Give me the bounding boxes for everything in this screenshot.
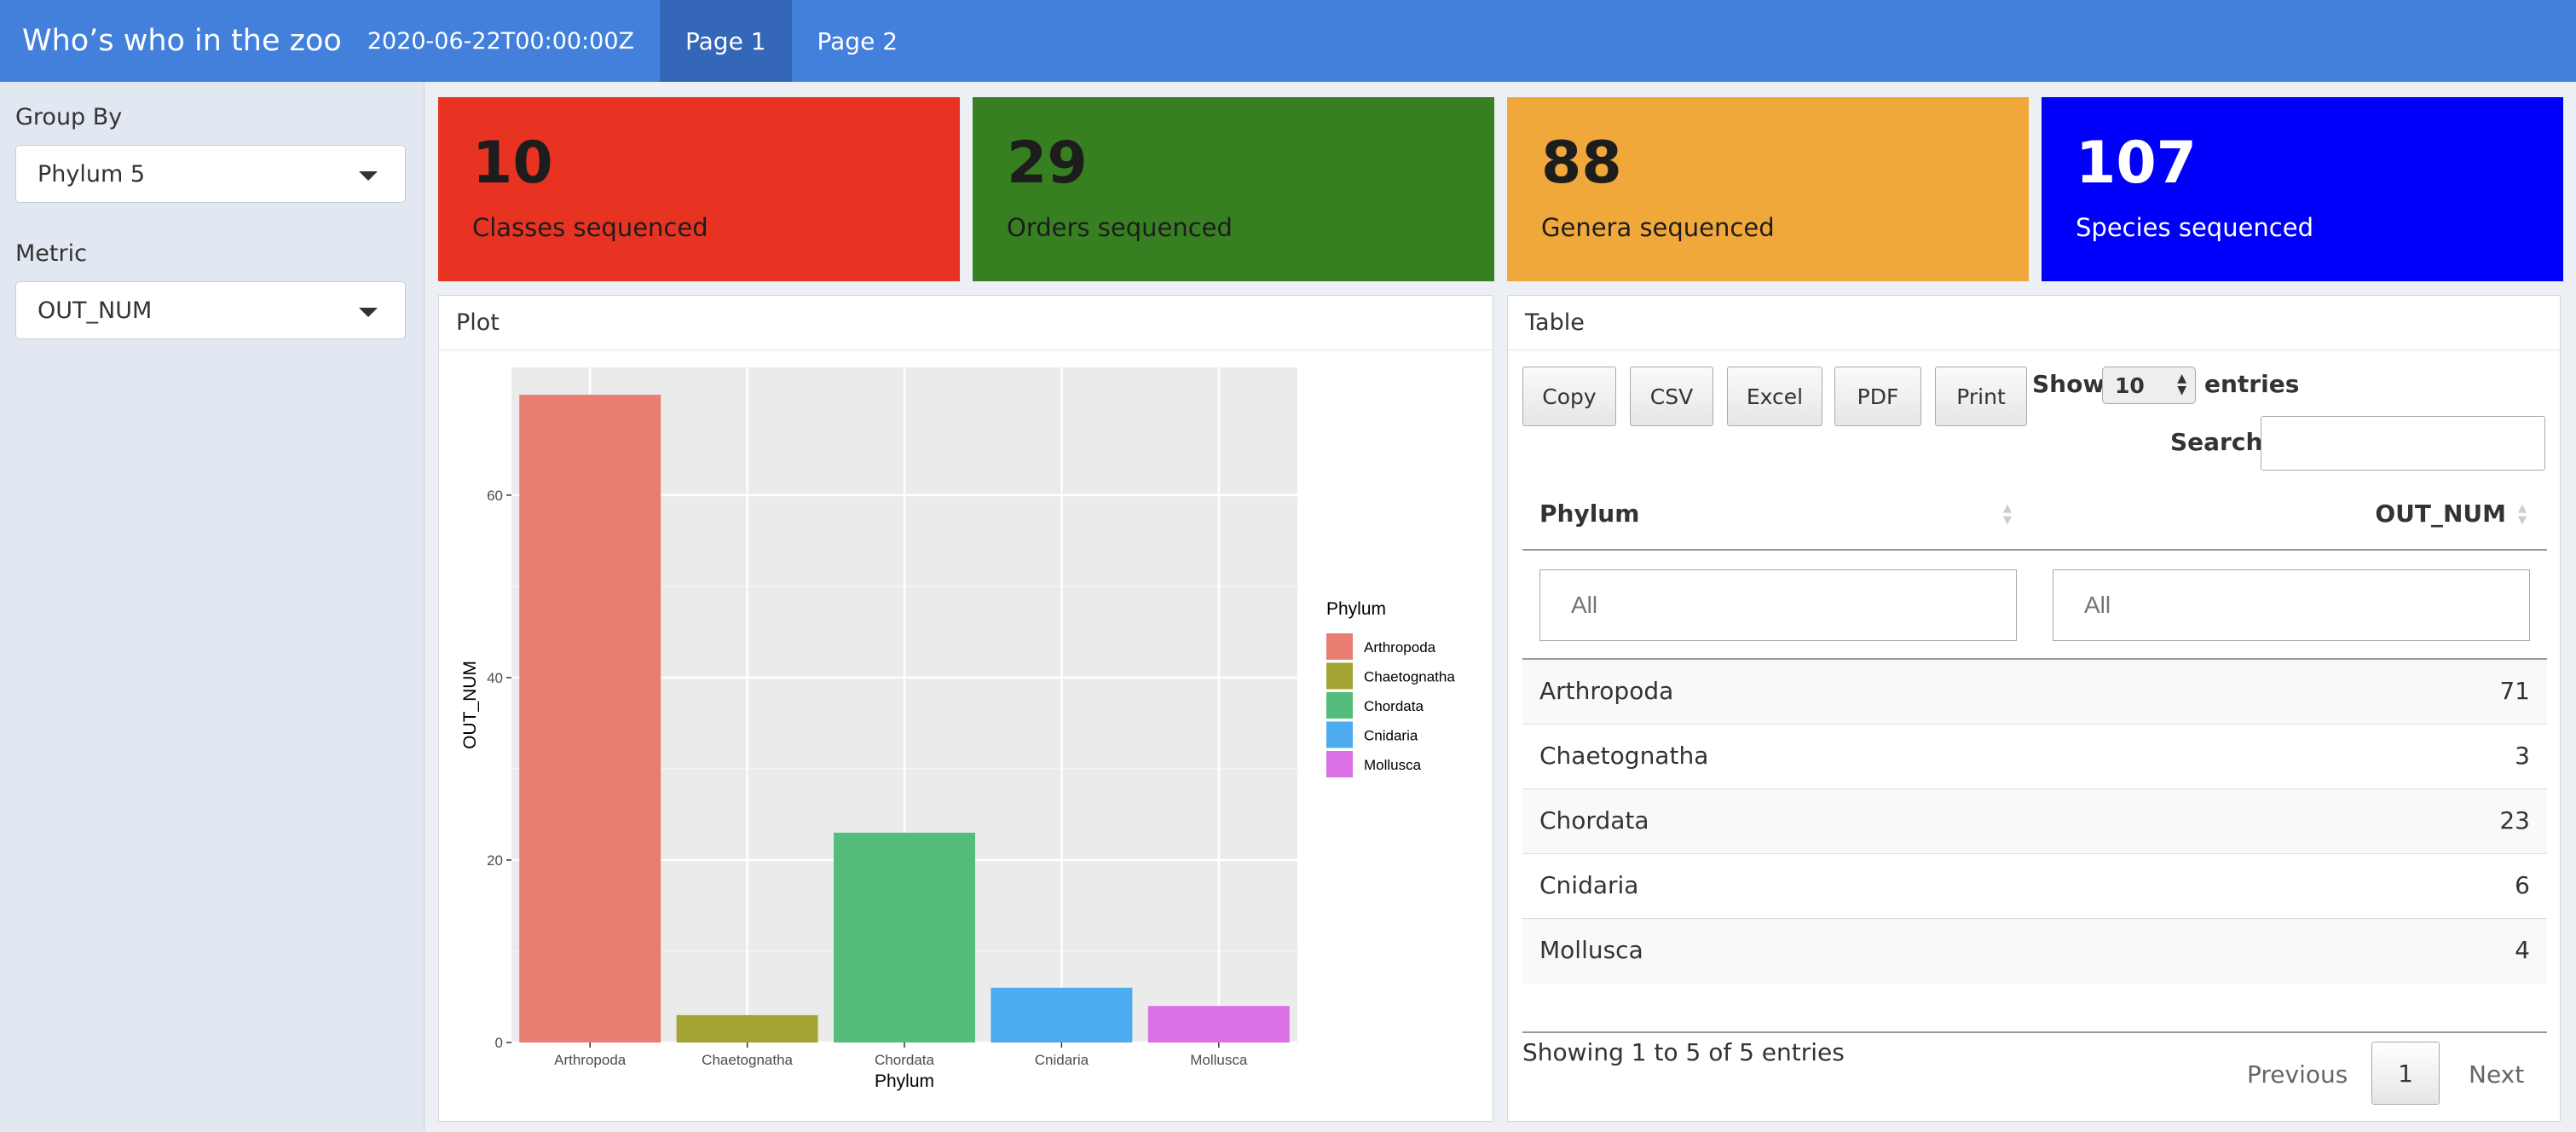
cell-phylum: Chaetognatha [1539,742,1709,770]
table-info: Showing 1 to 5 of 5 entries [1522,1038,1845,1066]
excel-button[interactable]: Excel [1727,367,1822,426]
spinner-arrows-icon: ▲ ▼ [2177,372,2186,397]
value-box-caption: Species sequenced [2076,213,2313,242]
sidebar: Group By Phylum 5 Metric OUT_NUM [0,82,425,1132]
table-row[interactable]: Chordata 23 [1522,789,2547,854]
table-row[interactable]: Chaetognatha 3 [1522,725,2547,789]
page-1-button[interactable]: 1 [2371,1042,2440,1105]
metric-label: Metric [15,240,87,267]
pdf-button[interactable]: PDF [1834,367,1921,426]
group-by-label: Group By [15,104,123,130]
value-box-species: 107 Species sequenced [2042,97,2563,281]
value-box-classes: 10 Classes sequenced [438,97,960,281]
bar-chart: 0 20 40 60 Arthropoda Chaetognatha Chordata Cni… [460,367,1455,1091]
bar-chordata [834,832,975,1042]
bar-arthropoda [519,395,661,1042]
cell-out-num: 4 [2515,936,2530,964]
legend-key [1326,692,1353,719]
bar-mollusca [1147,1006,1290,1042]
cell-phylum: Chordata [1539,806,1649,835]
y-tick-label: 20 [487,852,503,869]
table-row[interactable]: Cnidaria 6 [1522,854,2547,919]
value-box-caption: Genera sequenced [1541,213,1775,242]
table-panel-title: Table [1508,296,2560,350]
print-button[interactable]: Print [1935,367,2027,426]
metric-select[interactable]: OUT_NUM [15,281,406,339]
bar-cnidaria [991,987,1133,1042]
legend-label: Arthropoda [1364,639,1436,656]
copy-button[interactable]: Copy [1522,367,1616,426]
legend-key [1326,751,1353,777]
x-tick-label: Cnidaria [1035,1052,1089,1068]
cell-phylum: Cnidaria [1539,871,1639,899]
app-title: Who’s who in the zoo [22,24,342,58]
value-box-orders: 29 Orders sequenced [973,97,1494,281]
group-by-select[interactable]: Phylum 5 [15,145,406,203]
chevron-down-icon [359,308,378,317]
x-axis-title: Phylum [875,1071,934,1091]
x-tick-label: Arthropoda [554,1052,627,1068]
tab-page-2[interactable]: Page 2 [792,0,924,82]
chevron-down-icon [359,171,378,181]
entries-label: entries [2204,370,2300,398]
previous-page-button[interactable]: Previous [2247,1060,2348,1089]
value-box-number: 88 [1541,130,1622,197]
cell-phylum: Arthropoda [1539,677,1674,705]
filter-input-out-num[interactable] [2053,569,2530,641]
filter-input-phylum[interactable] [1539,569,2017,641]
value-box-caption: Orders sequenced [1007,213,1233,242]
x-tick-label: Chordata [875,1052,934,1068]
value-box-number: 107 [2076,130,2197,197]
legend-key [1326,662,1353,690]
header-divider [1522,549,2547,551]
x-tick-label: Mollusca [1190,1052,1248,1068]
group-by-value: Phylum 5 [38,160,146,188]
next-page-button[interactable]: Next [2469,1060,2524,1089]
sort-icon[interactable]: ▲ ▼ [2518,503,2527,527]
cell-out-num: 71 [2499,677,2530,705]
search-input[interactable] [2261,416,2545,471]
cell-phylum: Mollusca [1539,936,1643,964]
top-navbar: Who’s who in the zoo 2020-06-22T00:00:00… [0,0,2576,82]
column-header-out-num[interactable]: OUT_NUM [2375,500,2506,528]
y-tick-label: 0 [495,1035,503,1051]
legend-key [1326,721,1353,748]
value-box-genera: 88 Genera sequenced [1507,97,2029,281]
column-header-phylum[interactable]: Phylum [1539,500,1639,528]
legend-label: Chordata [1364,698,1424,714]
cell-out-num: 3 [2515,742,2530,770]
plot-panel-title: Plot [439,296,1493,350]
cell-out-num: 6 [2515,871,2530,899]
show-label: Show [2032,370,2105,398]
value-box-number: 29 [1007,130,1088,197]
table-row[interactable]: Arthropoda 71 [1522,660,2547,725]
plot-panel: Plot 0 20 40 60 Arthropoda Chaetognatha Chorda… [438,295,1493,1122]
tab-page-1[interactable]: Page 1 [660,0,792,82]
legend-title: Phylum [1326,599,1386,619]
value-box-caption: Classes sequenced [472,213,708,242]
search-label: Search: [2170,428,2273,456]
entries-select[interactable]: 10 ▲ ▼ [2102,367,2196,404]
entries-value: 10 [2115,373,2145,398]
y-tick-label: 60 [487,488,503,504]
legend-key [1326,633,1353,660]
cell-out-num: 23 [2499,806,2530,835]
csv-button[interactable]: CSV [1630,367,1713,426]
y-tick-label: 40 [487,670,503,686]
metric-value: OUT_NUM [38,297,153,324]
legend-label: Mollusca [1364,757,1422,773]
y-axis-title: OUT_NUM [460,661,480,749]
table-row[interactable]: Mollusca 4 [1522,919,2547,984]
bar-chaetognatha [676,1014,818,1042]
sort-icon[interactable]: ▲ ▼ [2003,503,2012,527]
x-tick-label: Chaetognatha [702,1052,793,1068]
legend-label: Cnidaria [1364,728,1418,744]
value-box-number: 10 [472,130,553,197]
legend-label: Chaetognatha [1364,669,1455,685]
table-footer-divider [1522,1031,2547,1033]
timestamp: 2020-06-22T00:00:00Z [367,27,635,55]
